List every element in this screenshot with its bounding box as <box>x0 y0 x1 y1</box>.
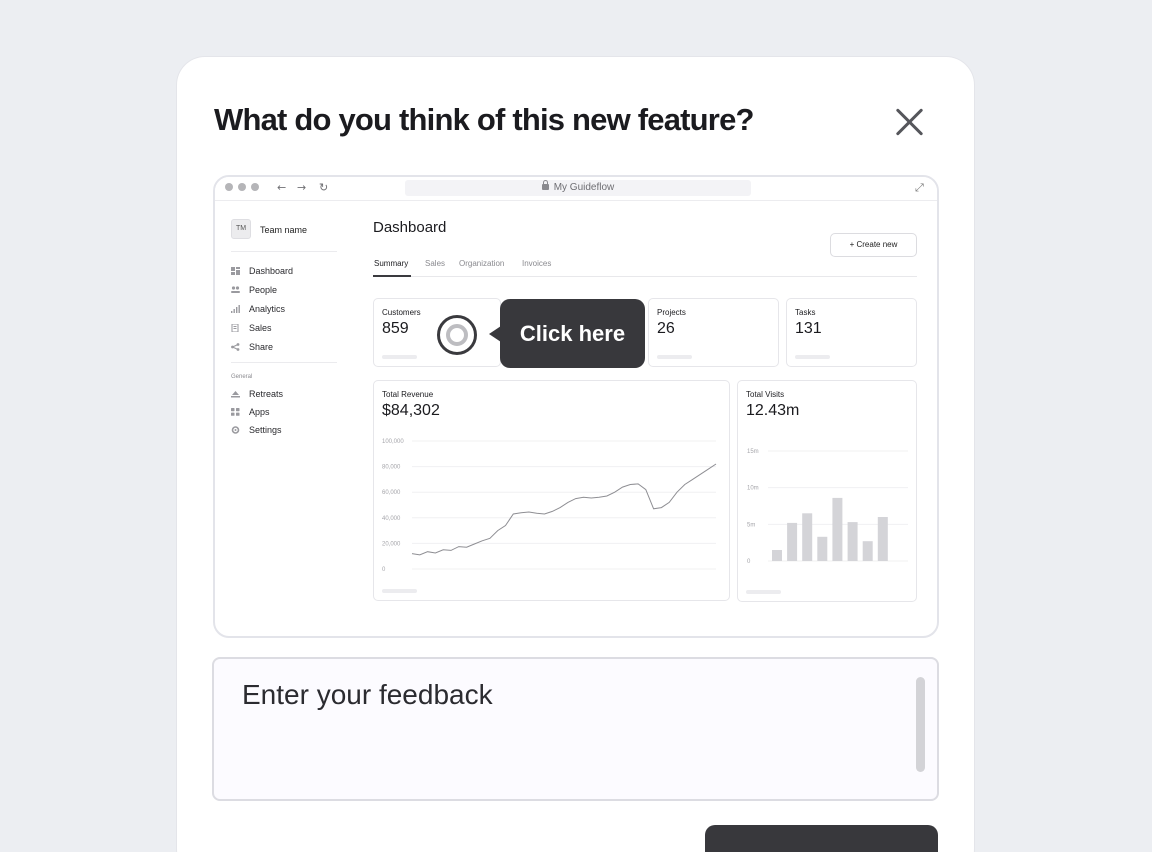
y-tick-label: 10m <box>747 486 759 492</box>
projects-card[interactable]: Projects 26 <box>648 298 779 367</box>
revenue-series-line <box>411 463 717 556</box>
visits-bar <box>817 536 828 561</box>
visits-bar <box>802 513 813 561</box>
close-icon[interactable] <box>895 107 925 137</box>
stat-label: Customers <box>382 308 421 317</box>
sidebar-item-label: Apps <box>249 407 270 417</box>
settings-icon <box>231 426 240 434</box>
stat-value: 131 <box>795 320 822 337</box>
apps-icon <box>231 408 240 416</box>
divider <box>231 362 337 363</box>
sidebar-item-label: Retreats <box>249 389 284 399</box>
active-tab-indicator <box>373 275 411 277</box>
share-icon <box>231 343 240 351</box>
revenue-line-chart: 100,000 80,000 60,000 40,000 20,000 0 <box>382 439 717 573</box>
create-new-button[interactable]: + Create new <box>830 233 917 257</box>
stat-value: 26 <box>657 320 675 337</box>
card-footer-bar <box>382 589 417 593</box>
sidebar-section-label: General <box>231 374 253 380</box>
window-dot-icon <box>238 183 246 191</box>
visits-bar-chart: 15m 10m 5m 0 <box>747 449 908 565</box>
y-tick-label: 5m <box>747 522 755 528</box>
sidebar-item-label: People <box>249 285 278 295</box>
visits-bar <box>847 522 858 561</box>
forward-arrow-icon[interactable]: → <box>297 181 306 194</box>
sidebar-item-label: Sales <box>249 323 272 333</box>
feature-preview: ← → ↻ My Guideflow ⤢ TM Team name Dashbo… <box>213 175 939 638</box>
y-tick-label: 0 <box>747 559 751 565</box>
expand-icon[interactable]: ⤢ <box>915 181 924 195</box>
card-footer-bar <box>795 355 830 359</box>
dashboard-icon <box>231 267 240 275</box>
card-footer-bar <box>657 355 692 359</box>
tasks-card[interactable]: Tasks 131 <box>786 298 917 367</box>
window-dot-icon <box>225 183 233 191</box>
people-icon <box>231 286 240 293</box>
feedback-box <box>212 657 939 801</box>
visits-bar <box>772 550 782 561</box>
sidebar-item-label: Dashboard <box>249 266 294 276</box>
retreats-icon <box>231 391 240 398</box>
divider <box>231 251 337 252</box>
stat-label: Tasks <box>795 308 816 317</box>
sidebar-item-label: Settings <box>249 425 282 435</box>
modal-title: What do you think of this new feature? <box>214 102 754 137</box>
card-footer-bar <box>746 590 781 594</box>
click-here-tooltip[interactable]: Click here <box>489 299 645 368</box>
submit-button[interactable] <box>705 825 938 852</box>
y-tick-label: 60,000 <box>382 490 401 496</box>
feedback-modal: What do you think of this new feature? ←… <box>177 57 974 852</box>
stat-label: Projects <box>657 308 686 317</box>
visits-bar <box>832 497 843 561</box>
back-arrow-icon[interactable]: ← <box>277 181 286 194</box>
page-title: Dashboard <box>373 219 447 236</box>
y-tick-label: 100,000 <box>382 439 404 445</box>
hotspot-target-icon[interactable] <box>437 315 477 355</box>
sidebar-item-label: Share <box>249 342 274 352</box>
y-tick-label: 80,000 <box>382 465 401 471</box>
visits-bar <box>787 522 798 561</box>
visits-bar <box>862 541 873 561</box>
tab-invoices[interactable]: Invoices <box>522 259 551 268</box>
url-bar[interactable]: My Guideflow <box>405 180 751 196</box>
team-name[interactable]: Team name <box>260 225 307 235</box>
feedback-scrollbar[interactable] <box>916 677 925 772</box>
y-tick-label: 15m <box>747 449 759 455</box>
card-footer-bar <box>382 355 417 359</box>
tab-bar: Summary Sales Organization Invoices <box>373 257 917 277</box>
y-tick-label: 40,000 <box>382 516 401 522</box>
stat-value: 859 <box>382 320 409 337</box>
browser-bar: ← → ↻ My Guideflow ⤢ <box>215 177 937 201</box>
tab-organization[interactable]: Organization <box>459 259 504 268</box>
y-tick-label: 0 <box>382 567 386 573</box>
feedback-input[interactable] <box>214 659 937 799</box>
revenue-card[interactable]: Total Revenue $84,302 100,000 80,000 60,00… <box>373 380 730 601</box>
analytics-icon <box>231 305 240 313</box>
window-dot-icon <box>251 183 259 191</box>
tab-summary[interactable]: Summary <box>374 259 408 268</box>
sales-icon <box>231 324 239 332</box>
visits-bar <box>877 517 888 561</box>
tab-sales[interactable]: Sales <box>425 259 445 268</box>
lock-icon <box>541 180 549 190</box>
y-tick-label: 20,000 <box>382 541 401 547</box>
visits-card[interactable]: Total Visits 12.43m 15m 10m 5m 0 <box>737 380 917 602</box>
avatar[interactable]: TM <box>231 219 251 239</box>
reload-icon[interactable]: ↻ <box>319 181 328 194</box>
sidebar-item-label: Analytics <box>249 304 286 314</box>
url-text: My Guideflow <box>553 182 615 193</box>
